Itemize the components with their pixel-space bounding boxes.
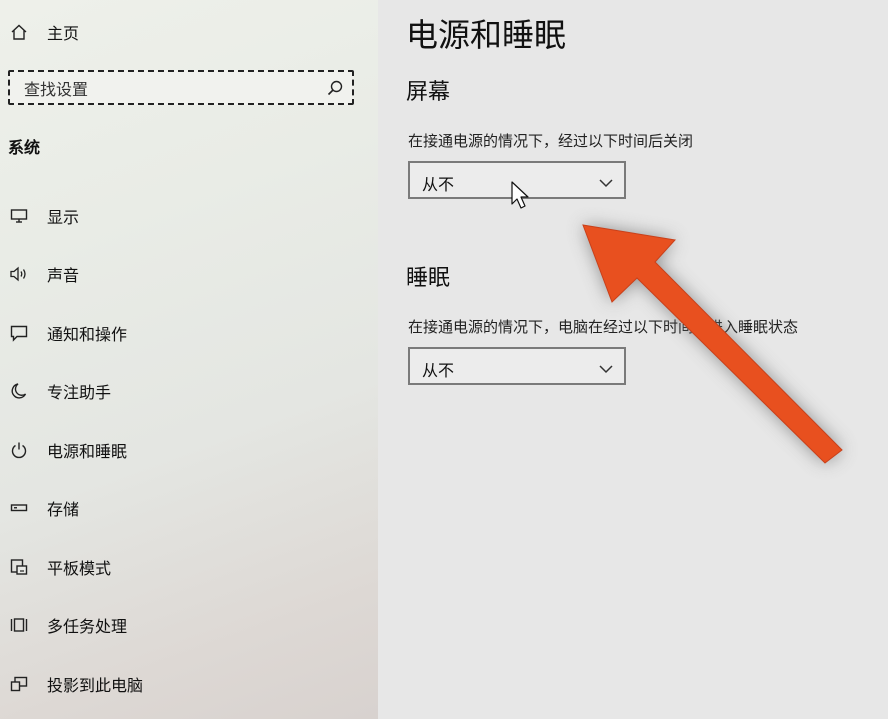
screen-timeout-dropdown[interactable]: 从不 — [408, 161, 626, 199]
monitor-icon — [8, 205, 30, 227]
storage-icon — [8, 497, 30, 519]
sidebar-item-storage[interactable]: 存储 — [8, 494, 79, 522]
sidebar-item-label: 存储 — [47, 500, 80, 519]
speaker-icon — [8, 263, 30, 285]
power-icon — [8, 439, 30, 461]
sleep-timeout-description: 在接通电源的情况下，电脑在经过以下时间后进入睡眠状态 — [408, 318, 799, 336]
sidebar-item-label: 显示 — [47, 208, 80, 227]
settings-content: 电源和睡眠 屏幕 在接通电源的情况下，经过以下时间后关闭 从不 睡眠 在接通电源… — [378, 0, 888, 719]
sidebar-item-label: 平板模式 — [47, 559, 112, 578]
sidebar-item-label: 投影到此电脑 — [47, 676, 144, 695]
sidebar-item-label: 通知和操作 — [47, 325, 128, 344]
sidebar-item-display[interactable]: 显示 — [8, 202, 79, 230]
sleep-timeout-dropdown[interactable]: 从不 — [408, 347, 626, 385]
sidebar-item-focus-assist[interactable]: 专注助手 — [8, 377, 111, 405]
search-icon[interactable] — [326, 79, 344, 97]
sidebar-item-label: 专注助手 — [47, 383, 112, 402]
tablet-mode-icon — [8, 556, 30, 578]
dropdown-value: 从不 — [422, 361, 455, 380]
screen-section-title: 屏幕 — [406, 80, 451, 105]
projecting-icon — [8, 673, 30, 695]
notification-icon — [8, 322, 30, 344]
sidebar-item-tablet-mode[interactable]: 平板模式 — [8, 553, 111, 581]
home-nav-item[interactable]: 主页 — [8, 18, 79, 46]
home-label: 主页 — [47, 24, 80, 43]
sidebar-item-label: 声音 — [47, 266, 80, 285]
sidebar-item-power-sleep[interactable]: 电源和睡眠 — [8, 436, 127, 464]
screen-timeout-description: 在接通电源的情况下，经过以下时间后关闭 — [408, 132, 694, 150]
sidebar-item-notifications[interactable]: 通知和操作 — [8, 319, 127, 347]
search-input[interactable] — [22, 76, 326, 102]
section-heading-system: 系统 — [8, 138, 41, 157]
search-box[interactable] — [8, 70, 354, 105]
sidebar-item-label: 多任务处理 — [47, 617, 128, 636]
sleep-section-title: 睡眠 — [406, 266, 451, 291]
sidebar-item-label: 电源和睡眠 — [47, 442, 128, 461]
chevron-down-icon — [598, 174, 614, 188]
sidebar-item-multitasking[interactable]: 多任务处理 — [8, 611, 127, 639]
home-icon — [8, 21, 30, 43]
chevron-down-icon — [598, 360, 614, 374]
settings-sidebar: 主页 系统 显示 声音 通知和操作 专注助手 电源和睡眠 — [0, 0, 378, 719]
dropdown-value: 从不 — [422, 175, 455, 194]
page-title: 电源和睡眠 — [406, 16, 567, 54]
sidebar-item-projecting[interactable]: 投影到此电脑 — [8, 670, 143, 698]
multitasking-icon — [8, 614, 30, 636]
sidebar-item-sound[interactable]: 声音 — [8, 260, 79, 288]
moon-icon — [8, 380, 30, 402]
